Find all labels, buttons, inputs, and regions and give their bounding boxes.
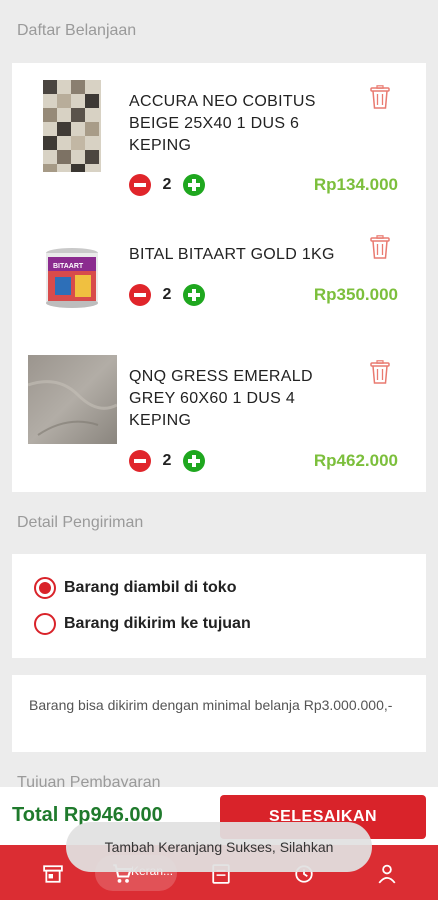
store-icon[interactable] [43,864,63,884]
radio-checked-icon[interactable] [34,577,56,599]
radio-unchecked-icon[interactable] [34,613,56,635]
increase-button[interactable] [183,450,205,472]
tile-thumbnail [28,355,117,444]
radio-delivery[interactable]: Barang dikirim ke tujuan [34,613,251,635]
cart-list: ACCURA NEO COBITUS BEIGE 25X40 1 DUS 6 K… [12,63,426,492]
tile-thumbnail [43,80,101,172]
quantity-stepper: 2 [129,283,205,307]
cart-item: QNQ GRESS EMERALD GREY 60X60 1 DUS 4 KEP… [12,335,426,492]
item-name: QNQ GRESS EMERALD GREY 60X60 1 DUS 4 KEP… [129,368,313,429]
trash-icon[interactable] [370,85,390,109]
paint-can-thumbnail: BITAART [46,248,98,308]
shipping-note-card: Barang bisa dikirim dengan minimal belan… [12,675,426,752]
cart-item: ACCURA NEO COBITUS BEIGE 25X40 1 DUS 6 K… [12,63,426,213]
item-price: Rp462.000 [313,451,398,470]
radio-label: Barang diambil di toko [64,579,237,596]
user-icon[interactable] [377,864,397,884]
shipping-note: Barang bisa dikirim dengan minimal belan… [29,697,393,713]
quantity-value: 2 [162,286,172,303]
shipping-section-title: Detail Pengiriman [17,514,144,531]
quantity-stepper: 2 [129,173,205,197]
increase-button[interactable] [183,174,205,196]
quantity-value: 2 [162,176,172,193]
decrease-button[interactable] [129,450,151,472]
decrease-button[interactable] [129,284,151,306]
radio-label: Barang dikirim ke tujuan [64,615,251,632]
item-name: ACCURA NEO COBITUS BEIGE 25X40 1 DUS 6 K… [129,93,316,154]
trash-icon[interactable] [370,360,390,384]
increase-button[interactable] [183,284,205,306]
cart-section-title: Daftar Belanjaan [17,22,137,39]
item-price: Rp134.000 [313,175,398,194]
toast-message: Tambah Keranjang Sukses, Silahkan [66,822,372,872]
radio-pickup[interactable]: Barang diambil di toko [34,577,236,599]
decrease-button[interactable] [129,174,151,196]
quantity-stepper: 2 [129,449,205,473]
svg-text:BITAART: BITAART [53,263,84,270]
quantity-value: 2 [162,452,172,469]
item-name: BITAL BITAART GOLD 1KG [129,246,335,263]
shipping-options-card: Barang diambil di toko Barang dikirim ke… [12,554,426,658]
trash-icon[interactable] [370,235,390,259]
item-price: Rp350.000 [313,285,398,304]
